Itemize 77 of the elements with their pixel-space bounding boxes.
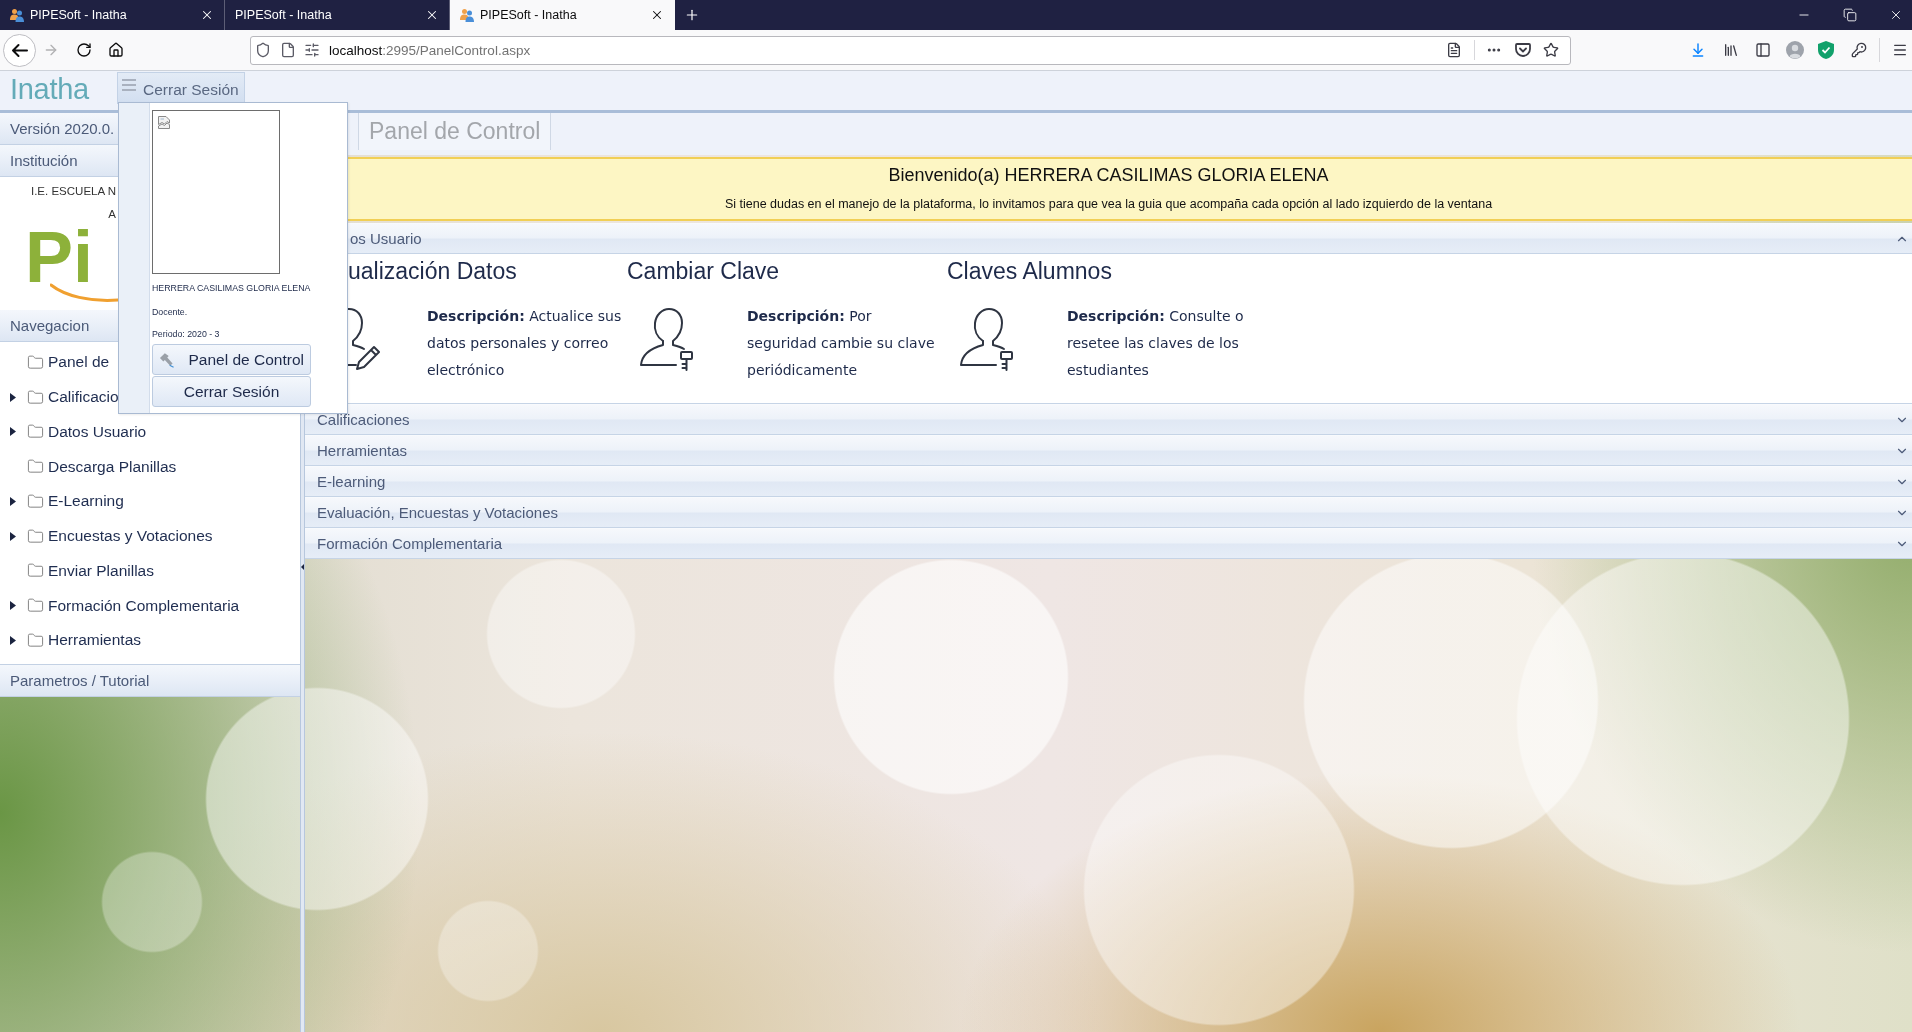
expand-arrow-icon[interactable] — [10, 427, 17, 437]
tree-item[interactable]: Formación Complementaria — [48, 596, 240, 615]
folder-icon — [27, 527, 44, 545]
close-icon[interactable] — [425, 8, 439, 22]
close-icon[interactable] — [1889, 8, 1903, 22]
expand-arrow-icon[interactable] — [10, 392, 17, 402]
person-pencil-icon — [348, 305, 380, 371]
option-title: Cambiar Clave — [627, 257, 781, 286]
star-icon[interactable] — [1543, 42, 1559, 58]
tree-item[interactable]: E-Learning — [48, 492, 124, 511]
download-icon[interactable] — [1690, 42, 1706, 58]
expand-arrow-icon[interactable] — [10, 635, 17, 645]
accordion-header[interactable]: Calificaciones — [305, 404, 1912, 435]
folder-icon — [27, 388, 44, 406]
plus-icon[interactable] — [684, 7, 700, 23]
home-icon[interactable] — [108, 42, 124, 58]
folder-icon — [27, 458, 44, 476]
library-icon[interactable] — [1723, 42, 1739, 58]
accordion-header[interactable]: E-learning — [305, 466, 1912, 497]
tree-item[interactable]: Panel de — [48, 353, 110, 372]
accordion-header[interactable]: Formación Complementaria — [305, 528, 1912, 559]
institution-name: I.E. ESCUELA N — [30, 184, 116, 199]
hammer-icon — [159, 351, 175, 368]
user-name: HERRERA CASILIMAS GLORIA ELENA — [152, 282, 311, 294]
menu-button[interactable]: Cerrar Sesión — [117, 72, 245, 104]
expand-arrow-icon[interactable] — [10, 601, 17, 611]
tree-item[interactable]: Encuestas y Votaciones — [48, 527, 213, 546]
permissions-icon[interactable] — [304, 42, 320, 58]
tree-item[interactable]: Herramientas — [48, 631, 142, 650]
key-icon[interactable] — [1851, 42, 1867, 58]
folder-icon — [27, 353, 44, 371]
tree-item[interactable]: Descarga Planillas — [48, 457, 177, 476]
expand-arrow-icon[interactable] — [10, 531, 17, 541]
folder-icon — [27, 423, 44, 441]
back-icon[interactable] — [3, 33, 36, 67]
url-field[interactable]: localhost:2995/PanelControl.aspx — [250, 35, 1571, 65]
inatha-logo: Inatha — [10, 74, 90, 104]
url-text: localhost:2995/PanelControl.aspx — [329, 42, 531, 58]
welcome-title: Bienvenido(a) HERRERA CASILIMAS GLORIA ELENA — [887, 164, 1330, 187]
option-description: Descripción: Por seguridad cambie su clave periódicamente — [747, 307, 936, 380]
broken-image-icon — [158, 116, 170, 129]
user-role: Docente. — [152, 306, 188, 318]
folder-icon — [27, 492, 44, 510]
folder-icon — [27, 631, 44, 649]
tree-item[interactable]: Calificacio — [48, 388, 119, 407]
menu-icon[interactable] — [1892, 42, 1908, 58]
option-description: Descripción: Actualice sus datos personales y correo electrónico — [427, 307, 623, 380]
option-title: ualización Datos — [348, 257, 518, 286]
collapse-arrow-icon[interactable] — [301, 564, 304, 570]
close-icon[interactable] — [200, 8, 214, 22]
option-description: Descripción: Consulte o resetee las claves de los estudiantes — [1067, 307, 1245, 380]
panel-header[interactable]: Parametros / Tutorial — [0, 665, 300, 697]
folder-icon — [27, 562, 44, 580]
page-icon[interactable] — [280, 42, 296, 58]
restore-icon[interactable] — [1843, 8, 1857, 22]
close-icon[interactable] — [650, 8, 664, 22]
sidebar-icon[interactable] — [1755, 42, 1771, 58]
user-period: Periodo: 2020 - 3 — [152, 328, 220, 340]
menu-item[interactable]: Panel de Control — [152, 344, 311, 375]
reload-icon[interactable] — [76, 42, 92, 58]
welcome-message: Si tiene dudas en el manejo de la plataforma, lo invitamos para que vea la guia que acompaña cada opción al lado izquierdo de la ventana — [723, 196, 1494, 213]
institution-name: A — [107, 207, 116, 222]
shield-icon[interactable] — [255, 42, 271, 58]
accordion-header[interactable]: Evaluación, Encuestas y Votaciones — [305, 497, 1912, 528]
expand-arrow-icon[interactable] — [10, 496, 17, 506]
menu-item[interactable]: Cerrar Sesión — [152, 376, 311, 407]
tree-item[interactable]: Enviar Planillas — [48, 561, 154, 580]
shield-check-icon[interactable] — [1818, 41, 1834, 59]
reader-view-icon[interactable] — [1446, 42, 1462, 58]
tree-item[interactable]: Datos Usuario — [48, 422, 147, 441]
pocket-icon[interactable] — [1515, 42, 1531, 58]
institution-logo: Pi — [25, 226, 118, 305]
folder-icon — [27, 597, 44, 615]
option-title: Claves Alumnos — [947, 257, 1113, 286]
browser-tab[interactable]: PIPESoft - Inatha — [450, 0, 675, 30]
accordion-header[interactable]: Herramientas — [305, 435, 1912, 466]
hamburger-icon — [122, 79, 136, 91]
